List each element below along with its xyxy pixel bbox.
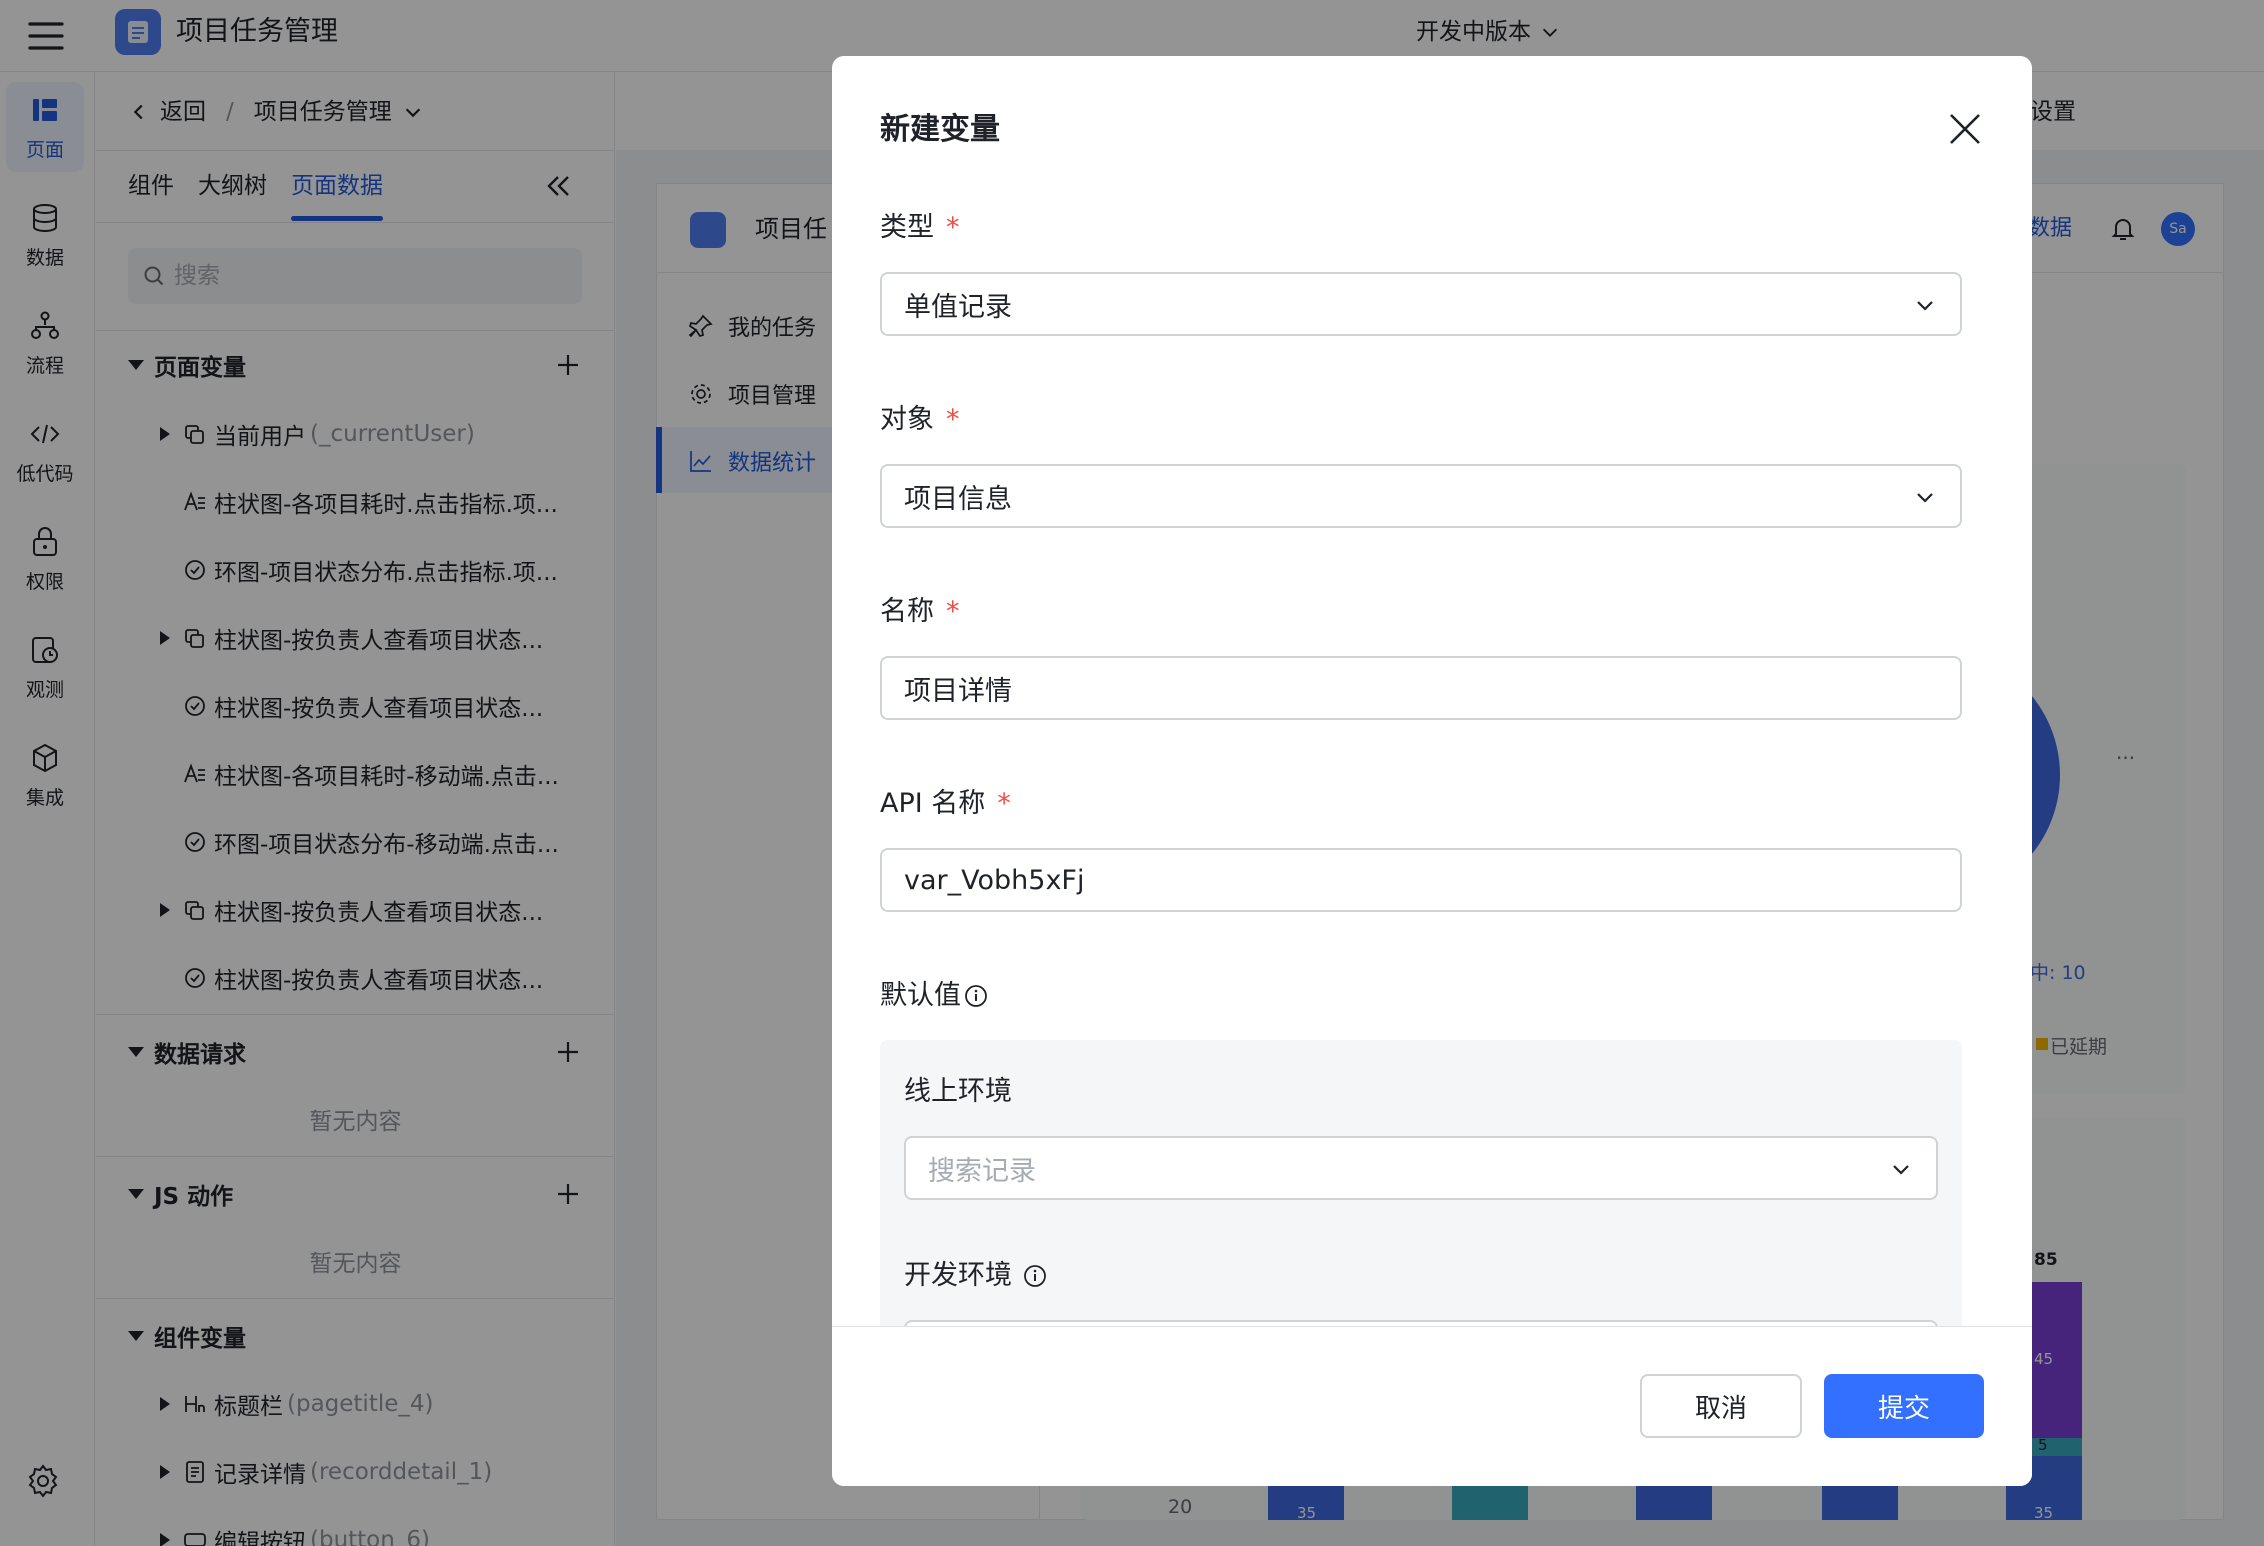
- dialog-title: 新建变量: [880, 112, 1000, 147]
- select-placeholder: 搜索记录: [928, 1155, 1036, 1187]
- chevron-down-icon: [1917, 301, 1933, 311]
- api-name-label: API 名称 *: [880, 784, 1011, 824]
- required-mark: *: [997, 788, 1011, 819]
- chevron-down-icon: [1893, 1165, 1909, 1175]
- chevron-down-icon: [1917, 493, 1933, 503]
- required-mark: *: [946, 404, 960, 435]
- select-value: 单值记录: [904, 291, 1012, 323]
- select-value: 项目信息: [904, 483, 1012, 515]
- field-label-text: 名称: [880, 596, 934, 627]
- field-label-text: 默认值: [880, 980, 961, 1011]
- type-select[interactable]: 单值记录: [880, 272, 1962, 336]
- object-select[interactable]: 项目信息: [880, 464, 1962, 528]
- online-env-label: 线上环境: [904, 1072, 1012, 1112]
- api-name-input[interactable]: [904, 864, 1938, 896]
- type-label: 类型 *: [880, 208, 960, 248]
- name-label: 名称 *: [880, 592, 960, 632]
- field-label-text: 对象: [880, 404, 934, 435]
- sub-label-text: 开发环境: [904, 1260, 1012, 1291]
- close-icon[interactable]: [1940, 104, 1990, 154]
- default-value-label: 默认值: [880, 976, 989, 1016]
- info-icon[interactable]: [963, 983, 989, 1009]
- field-label-text: API 名称: [880, 788, 986, 819]
- cancel-button[interactable]: 取消: [1640, 1374, 1802, 1438]
- object-label: 对象 *: [880, 400, 960, 440]
- name-field: [880, 656, 1962, 720]
- info-icon[interactable]: [1022, 1263, 1048, 1289]
- submit-button[interactable]: 提交: [1824, 1374, 1984, 1438]
- required-mark: *: [946, 212, 960, 243]
- dev-env-label: 开发环境: [904, 1256, 1048, 1296]
- api-name-field: [880, 848, 1962, 912]
- required-mark: *: [946, 596, 960, 627]
- new-variable-dialog: 新建变量 类型 * 单值记录 对象 * 项目信息 名称 * API 名称 * 默…: [832, 56, 2032, 1486]
- name-input[interactable]: [904, 672, 1938, 704]
- online-env-record-select[interactable]: 搜索记录: [904, 1136, 1938, 1200]
- field-label-text: 类型: [880, 212, 934, 243]
- sub-label-text: 线上环境: [904, 1076, 1012, 1107]
